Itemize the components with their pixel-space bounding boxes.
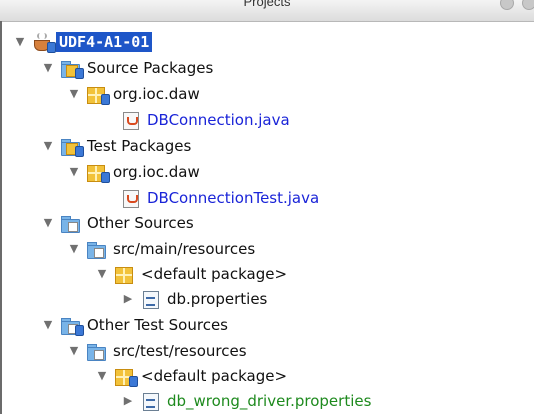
java-file-label[interactable]: DBConnection.java <box>144 110 293 130</box>
projects-panel-header: Projects <box>0 0 534 22</box>
java-file-icon <box>120 189 142 208</box>
source-packages-label[interactable]: Source Packages <box>84 58 216 78</box>
tree-node-db-properties[interactable]: ▶ db.properties <box>120 286 270 312</box>
package-icon <box>86 163 110 183</box>
tree-node-dbconnection-java[interactable]: DBConnection.java <box>120 107 293 133</box>
main-resources-label[interactable]: src/main/resources <box>110 239 258 259</box>
tree-node-package-main[interactable]: ▼ org.ioc.daw <box>66 81 203 107</box>
expand-triangle-icon[interactable]: ▼ <box>40 215 56 231</box>
expand-triangle-icon[interactable]: ▼ <box>66 86 82 102</box>
tree-node-test-resources[interactable]: ▼ src/test/resources <box>66 338 250 364</box>
expand-triangle-icon[interactable]: ▼ <box>94 266 110 282</box>
expand-triangle-icon[interactable]: ▼ <box>40 317 56 333</box>
expand-triangle-icon[interactable]: ▼ <box>40 60 56 76</box>
expand-triangle-icon[interactable]: ▼ <box>40 138 56 154</box>
project-label[interactable]: UDF4-A1-01 <box>56 32 153 52</box>
folder-icon <box>60 214 82 233</box>
package-icon <box>86 85 110 105</box>
other-sources-label[interactable]: Other Sources <box>84 213 197 233</box>
tree-node-main-resources[interactable]: ▼ src/main/resources <box>66 236 258 262</box>
folder-icon <box>60 316 84 336</box>
expand-triangle-icon[interactable]: ▼ <box>94 368 110 384</box>
panel-left-border <box>0 21 2 414</box>
collapse-triangle-icon[interactable]: ▶ <box>120 291 136 307</box>
properties-file-label[interactable]: db.properties <box>164 289 270 309</box>
tree-node-test-packages[interactable]: ▼ Test Packages <box>40 133 194 159</box>
test-folder-icon <box>60 137 84 157</box>
tree-node-db-wrong-driver-properties[interactable]: ▶ db_wrong_driver.properties <box>120 388 374 414</box>
tree-node-dbconnectiontest-java[interactable]: DBConnectionTest.java <box>120 185 322 211</box>
close-icon[interactable] <box>522 0 534 10</box>
package-icon <box>114 367 138 387</box>
tree-node-other-test-sources[interactable]: ▼ Other Test Sources <box>40 312 231 338</box>
tree-node-project[interactable]: ▼ UDF4-A1-01 <box>12 29 153 55</box>
test-packages-label[interactable]: Test Packages <box>84 136 194 156</box>
java-file-label[interactable]: DBConnectionTest.java <box>144 188 322 208</box>
expand-triangle-icon[interactable]: ▼ <box>66 164 82 180</box>
panel-title: Projects <box>243 0 291 9</box>
source-folder-icon <box>60 59 84 79</box>
tree-node-other-sources[interactable]: ▼ Other Sources <box>40 210 197 236</box>
package-icon <box>114 265 136 284</box>
other-test-sources-label[interactable]: Other Test Sources <box>84 315 231 335</box>
tree-node-source-packages[interactable]: ▼ Source Packages <box>40 55 216 81</box>
tree-node-package-test[interactable]: ▼ org.ioc.daw <box>66 159 203 185</box>
test-resources-label[interactable]: src/test/resources <box>110 341 250 361</box>
properties-file-icon <box>140 392 162 411</box>
tree-node-default-package-test[interactable]: ▼ <default package> <box>94 363 290 389</box>
java-file-icon <box>120 111 142 130</box>
properties-file-icon <box>140 290 162 309</box>
maven-project-icon <box>32 33 56 53</box>
default-package-label[interactable]: <default package> <box>138 366 290 386</box>
default-package-label[interactable]: <default package> <box>138 264 290 284</box>
package-label[interactable]: org.ioc.daw <box>110 162 203 182</box>
package-label[interactable]: org.ioc.daw <box>110 84 203 104</box>
tree-node-default-package-main[interactable]: ▼ <default package> <box>94 261 290 287</box>
folder-icon <box>86 342 108 361</box>
expand-triangle-icon[interactable]: ▼ <box>12 34 28 50</box>
expand-triangle-icon[interactable]: ▼ <box>66 241 82 257</box>
folder-icon <box>86 240 108 259</box>
collapse-triangle-icon[interactable]: ▶ <box>120 393 136 409</box>
expand-triangle-icon[interactable]: ▼ <box>66 343 82 359</box>
properties-file-label[interactable]: db_wrong_driver.properties <box>164 391 374 411</box>
